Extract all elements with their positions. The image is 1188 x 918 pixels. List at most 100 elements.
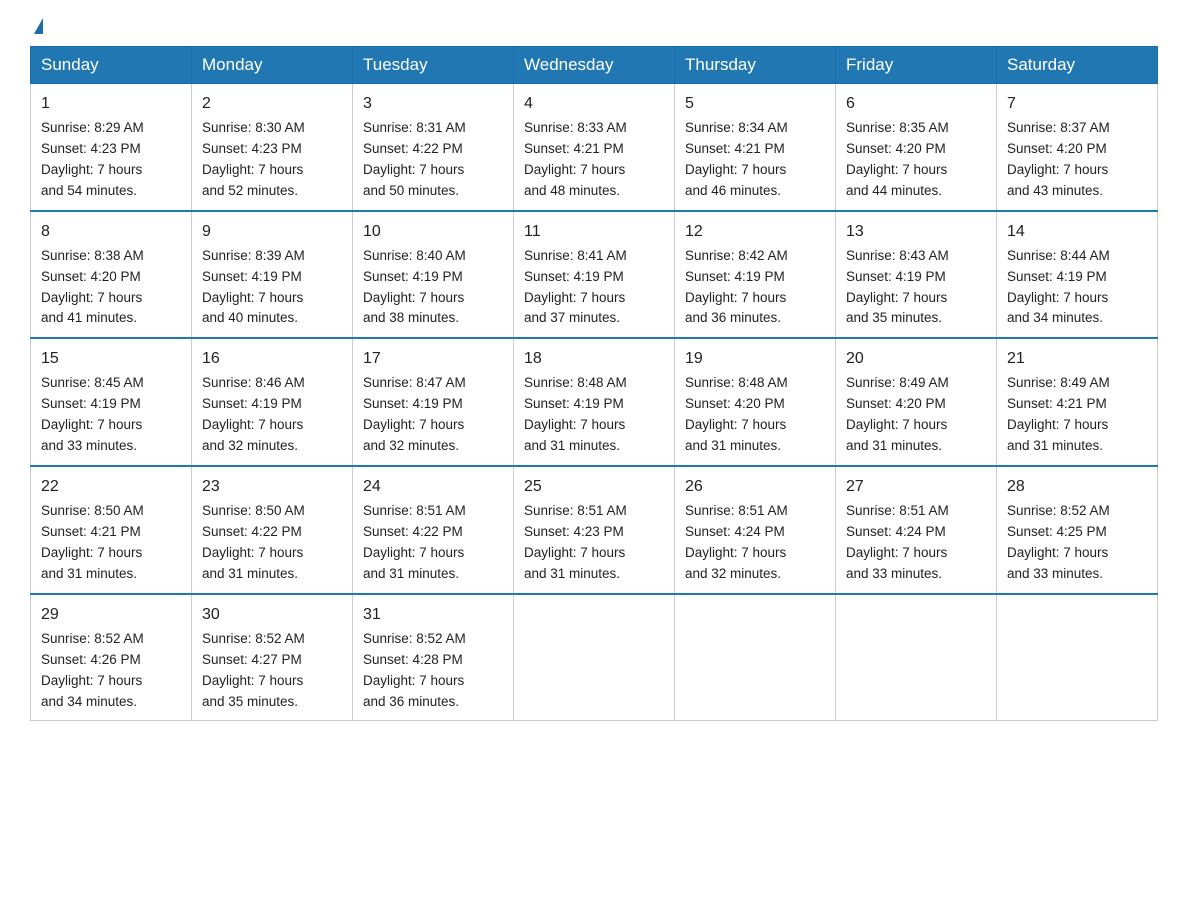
day-info: Sunrise: 8:49 AMSunset: 4:21 PMDaylight:… bbox=[1007, 375, 1110, 453]
day-number: 9 bbox=[202, 220, 342, 244]
calendar-week-row: 15 Sunrise: 8:45 AMSunset: 4:19 PMDaylig… bbox=[31, 338, 1158, 466]
calendar-day-cell: 8 Sunrise: 8:38 AMSunset: 4:20 PMDayligh… bbox=[31, 211, 192, 339]
day-number: 31 bbox=[363, 603, 503, 627]
day-number: 14 bbox=[1007, 220, 1147, 244]
day-info: Sunrise: 8:51 AMSunset: 4:24 PMDaylight:… bbox=[685, 503, 788, 581]
calendar-week-row: 8 Sunrise: 8:38 AMSunset: 4:20 PMDayligh… bbox=[31, 211, 1158, 339]
calendar-week-row: 22 Sunrise: 8:50 AMSunset: 4:21 PMDaylig… bbox=[31, 466, 1158, 594]
day-info: Sunrise: 8:35 AMSunset: 4:20 PMDaylight:… bbox=[846, 120, 949, 198]
calendar-day-cell bbox=[836, 594, 997, 721]
calendar-day-cell: 5 Sunrise: 8:34 AMSunset: 4:21 PMDayligh… bbox=[675, 84, 836, 211]
day-info: Sunrise: 8:52 AMSunset: 4:27 PMDaylight:… bbox=[202, 631, 305, 709]
day-number: 20 bbox=[846, 347, 986, 371]
calendar-day-cell: 14 Sunrise: 8:44 AMSunset: 4:19 PMDaylig… bbox=[997, 211, 1158, 339]
day-info: Sunrise: 8:51 AMSunset: 4:23 PMDaylight:… bbox=[524, 503, 627, 581]
day-number: 23 bbox=[202, 475, 342, 499]
calendar-day-cell: 6 Sunrise: 8:35 AMSunset: 4:20 PMDayligh… bbox=[836, 84, 997, 211]
day-info: Sunrise: 8:48 AMSunset: 4:19 PMDaylight:… bbox=[524, 375, 627, 453]
calendar-day-cell: 28 Sunrise: 8:52 AMSunset: 4:25 PMDaylig… bbox=[997, 466, 1158, 594]
day-info: Sunrise: 8:46 AMSunset: 4:19 PMDaylight:… bbox=[202, 375, 305, 453]
day-info: Sunrise: 8:48 AMSunset: 4:20 PMDaylight:… bbox=[685, 375, 788, 453]
day-info: Sunrise: 8:51 AMSunset: 4:22 PMDaylight:… bbox=[363, 503, 466, 581]
calendar-week-row: 1 Sunrise: 8:29 AMSunset: 4:23 PMDayligh… bbox=[31, 84, 1158, 211]
calendar-day-cell: 20 Sunrise: 8:49 AMSunset: 4:20 PMDaylig… bbox=[836, 338, 997, 466]
calendar-day-cell: 29 Sunrise: 8:52 AMSunset: 4:26 PMDaylig… bbox=[31, 594, 192, 721]
calendar-day-cell: 13 Sunrise: 8:43 AMSunset: 4:19 PMDaylig… bbox=[836, 211, 997, 339]
day-info: Sunrise: 8:51 AMSunset: 4:24 PMDaylight:… bbox=[846, 503, 949, 581]
day-info: Sunrise: 8:43 AMSunset: 4:19 PMDaylight:… bbox=[846, 248, 949, 326]
day-number: 1 bbox=[41, 92, 181, 116]
day-info: Sunrise: 8:52 AMSunset: 4:26 PMDaylight:… bbox=[41, 631, 144, 709]
weekday-header-saturday: Saturday bbox=[997, 47, 1158, 84]
calendar-day-cell: 25 Sunrise: 8:51 AMSunset: 4:23 PMDaylig… bbox=[514, 466, 675, 594]
day-info: Sunrise: 8:39 AMSunset: 4:19 PMDaylight:… bbox=[202, 248, 305, 326]
calendar-day-cell bbox=[514, 594, 675, 721]
calendar-header-row: SundayMondayTuesdayWednesdayThursdayFrid… bbox=[31, 47, 1158, 84]
calendar-day-cell: 15 Sunrise: 8:45 AMSunset: 4:19 PMDaylig… bbox=[31, 338, 192, 466]
day-number: 3 bbox=[363, 92, 503, 116]
calendar-day-cell: 2 Sunrise: 8:30 AMSunset: 4:23 PMDayligh… bbox=[192, 84, 353, 211]
day-number: 11 bbox=[524, 220, 664, 244]
calendar-day-cell: 27 Sunrise: 8:51 AMSunset: 4:24 PMDaylig… bbox=[836, 466, 997, 594]
weekday-header-thursday: Thursday bbox=[675, 47, 836, 84]
day-number: 16 bbox=[202, 347, 342, 371]
calendar-day-cell: 11 Sunrise: 8:41 AMSunset: 4:19 PMDaylig… bbox=[514, 211, 675, 339]
weekday-header-sunday: Sunday bbox=[31, 47, 192, 84]
day-number: 22 bbox=[41, 475, 181, 499]
calendar-day-cell bbox=[997, 594, 1158, 721]
calendar-day-cell: 4 Sunrise: 8:33 AMSunset: 4:21 PMDayligh… bbox=[514, 84, 675, 211]
calendar-day-cell: 22 Sunrise: 8:50 AMSunset: 4:21 PMDaylig… bbox=[31, 466, 192, 594]
day-info: Sunrise: 8:49 AMSunset: 4:20 PMDaylight:… bbox=[846, 375, 949, 453]
calendar-day-cell: 10 Sunrise: 8:40 AMSunset: 4:19 PMDaylig… bbox=[353, 211, 514, 339]
weekday-header-tuesday: Tuesday bbox=[353, 47, 514, 84]
day-number: 21 bbox=[1007, 347, 1147, 371]
day-number: 13 bbox=[846, 220, 986, 244]
calendar-day-cell: 24 Sunrise: 8:51 AMSunset: 4:22 PMDaylig… bbox=[353, 466, 514, 594]
calendar-day-cell: 9 Sunrise: 8:39 AMSunset: 4:19 PMDayligh… bbox=[192, 211, 353, 339]
day-info: Sunrise: 8:50 AMSunset: 4:21 PMDaylight:… bbox=[41, 503, 144, 581]
day-info: Sunrise: 8:47 AMSunset: 4:19 PMDaylight:… bbox=[363, 375, 466, 453]
day-number: 12 bbox=[685, 220, 825, 244]
day-info: Sunrise: 8:40 AMSunset: 4:19 PMDaylight:… bbox=[363, 248, 466, 326]
day-number: 18 bbox=[524, 347, 664, 371]
weekday-header-wednesday: Wednesday bbox=[514, 47, 675, 84]
calendar-day-cell bbox=[675, 594, 836, 721]
calendar-day-cell: 31 Sunrise: 8:52 AMSunset: 4:28 PMDaylig… bbox=[353, 594, 514, 721]
day-number: 5 bbox=[685, 92, 825, 116]
day-info: Sunrise: 8:50 AMSunset: 4:22 PMDaylight:… bbox=[202, 503, 305, 581]
day-info: Sunrise: 8:52 AMSunset: 4:25 PMDaylight:… bbox=[1007, 503, 1110, 581]
weekday-header-friday: Friday bbox=[836, 47, 997, 84]
page-header bbox=[30, 20, 1158, 36]
day-number: 25 bbox=[524, 475, 664, 499]
weekday-header-monday: Monday bbox=[192, 47, 353, 84]
calendar-day-cell: 1 Sunrise: 8:29 AMSunset: 4:23 PMDayligh… bbox=[31, 84, 192, 211]
day-number: 17 bbox=[363, 347, 503, 371]
day-number: 10 bbox=[363, 220, 503, 244]
day-number: 30 bbox=[202, 603, 342, 627]
calendar-day-cell: 23 Sunrise: 8:50 AMSunset: 4:22 PMDaylig… bbox=[192, 466, 353, 594]
calendar-week-row: 29 Sunrise: 8:52 AMSunset: 4:26 PMDaylig… bbox=[31, 594, 1158, 721]
calendar-day-cell: 19 Sunrise: 8:48 AMSunset: 4:20 PMDaylig… bbox=[675, 338, 836, 466]
day-info: Sunrise: 8:45 AMSunset: 4:19 PMDaylight:… bbox=[41, 375, 144, 453]
calendar-day-cell: 16 Sunrise: 8:46 AMSunset: 4:19 PMDaylig… bbox=[192, 338, 353, 466]
calendar-day-cell: 17 Sunrise: 8:47 AMSunset: 4:19 PMDaylig… bbox=[353, 338, 514, 466]
logo-triangle-icon bbox=[34, 18, 43, 34]
day-info: Sunrise: 8:42 AMSunset: 4:19 PMDaylight:… bbox=[685, 248, 788, 326]
day-number: 6 bbox=[846, 92, 986, 116]
calendar-day-cell: 7 Sunrise: 8:37 AMSunset: 4:20 PMDayligh… bbox=[997, 84, 1158, 211]
logo bbox=[30, 20, 43, 36]
day-number: 29 bbox=[41, 603, 181, 627]
day-number: 8 bbox=[41, 220, 181, 244]
day-number: 15 bbox=[41, 347, 181, 371]
day-info: Sunrise: 8:30 AMSunset: 4:23 PMDaylight:… bbox=[202, 120, 305, 198]
day-info: Sunrise: 8:31 AMSunset: 4:22 PMDaylight:… bbox=[363, 120, 466, 198]
calendar-day-cell: 30 Sunrise: 8:52 AMSunset: 4:27 PMDaylig… bbox=[192, 594, 353, 721]
calendar-day-cell: 26 Sunrise: 8:51 AMSunset: 4:24 PMDaylig… bbox=[675, 466, 836, 594]
calendar-table: SundayMondayTuesdayWednesdayThursdayFrid… bbox=[30, 46, 1158, 721]
day-number: 2 bbox=[202, 92, 342, 116]
day-info: Sunrise: 8:33 AMSunset: 4:21 PMDaylight:… bbox=[524, 120, 627, 198]
calendar-day-cell: 18 Sunrise: 8:48 AMSunset: 4:19 PMDaylig… bbox=[514, 338, 675, 466]
calendar-day-cell: 12 Sunrise: 8:42 AMSunset: 4:19 PMDaylig… bbox=[675, 211, 836, 339]
day-number: 26 bbox=[685, 475, 825, 499]
day-number: 7 bbox=[1007, 92, 1147, 116]
